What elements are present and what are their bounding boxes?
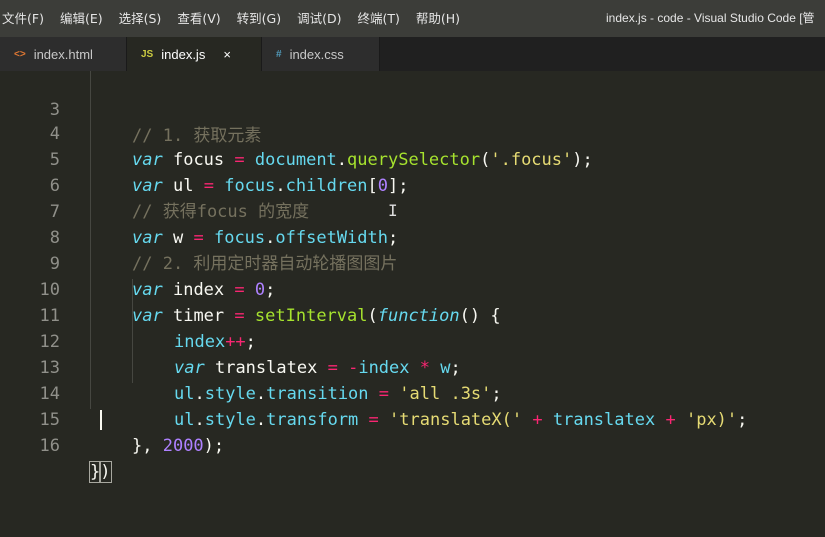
tab-label: index.html: [33, 46, 93, 62]
matched-bracket: }: [88, 461, 102, 483]
punct: },: [132, 436, 163, 456]
matched-bracket: ): [99, 461, 112, 483]
code-line: 13 ul.style.transition = 'all .3s';: [0, 329, 825, 404]
code-line: 9 var index = 0;: [0, 225, 825, 300]
code-line: 11 index++;: [0, 277, 825, 352]
menu-selection[interactable]: 选择(S): [111, 0, 170, 37]
code-line: 7 var w = focus.offsetWidth;: [0, 173, 825, 248]
tab-index-html[interactable]: <> index.html: [0, 37, 127, 71]
title-bar: 文件(F) 编辑(E) 选择(S) 查看(V) 转到(G) 调试(D) 终端(T…: [0, 0, 825, 37]
code-line: 10 var timer = setInterval(function() {: [0, 251, 825, 326]
menu-terminal[interactable]: 终端(T): [349, 0, 407, 37]
punct: );: [203, 436, 225, 456]
text-cursor: [100, 410, 102, 430]
mouse-ibeam-icon: I: [388, 201, 398, 220]
close-icon[interactable]: ×: [223, 47, 231, 62]
menu-view[interactable]: 查看(V): [169, 0, 228, 37]
menu-edit[interactable]: 编辑(E): [52, 0, 111, 37]
menu-debug[interactable]: 调试(D): [289, 0, 349, 37]
code-line: 14 ul.style.transform = 'translateX(' + …: [0, 355, 825, 430]
code-line: 12 var translatex = -index * w;: [0, 303, 825, 378]
code-line: 8 // 2. 利用定时器自动轮播图图片: [0, 199, 825, 274]
tab-label: index.css: [289, 46, 344, 62]
code-line: 15 }, 2000);: [0, 381, 825, 456]
code-line: 6 // 获得focus 的宽度: [0, 147, 825, 222]
line-number: 16: [39, 436, 60, 456]
tab-index-js[interactable]: JS index.js ×: [127, 37, 262, 71]
editor-tab-bar: <> index.html JS index.js × # index.css: [0, 37, 825, 71]
code-editor[interactable]: 3 // 1. 获取元素 4 var focus = document.quer…: [0, 71, 825, 483]
number: 2000: [162, 436, 204, 456]
code-line: 4 var focus = document.querySelector('.f…: [0, 95, 825, 170]
menu-go[interactable]: 转到(G): [229, 0, 289, 37]
window-title: index.js - code - Visual Studio Code [管: [606, 11, 815, 25]
js-file-icon: JS: [141, 48, 154, 60]
html-file-icon: <>: [14, 48, 26, 60]
code-line: 16 }): [0, 407, 825, 483]
tab-index-css[interactable]: # index.css: [262, 37, 380, 71]
menu-file[interactable]: 文件(F): [0, 0, 52, 37]
menu-help[interactable]: 帮助(H): [408, 0, 468, 37]
css-file-icon: #: [276, 48, 282, 60]
tab-label: index.js: [161, 46, 206, 62]
code-line: 3 // 1. 获取元素: [0, 71, 825, 146]
code-line: 5 var ul = focus.children[0];: [0, 121, 825, 196]
menu-bar: 文件(F) 编辑(E) 选择(S) 查看(V) 转到(G) 调试(D) 终端(T…: [0, 0, 468, 37]
